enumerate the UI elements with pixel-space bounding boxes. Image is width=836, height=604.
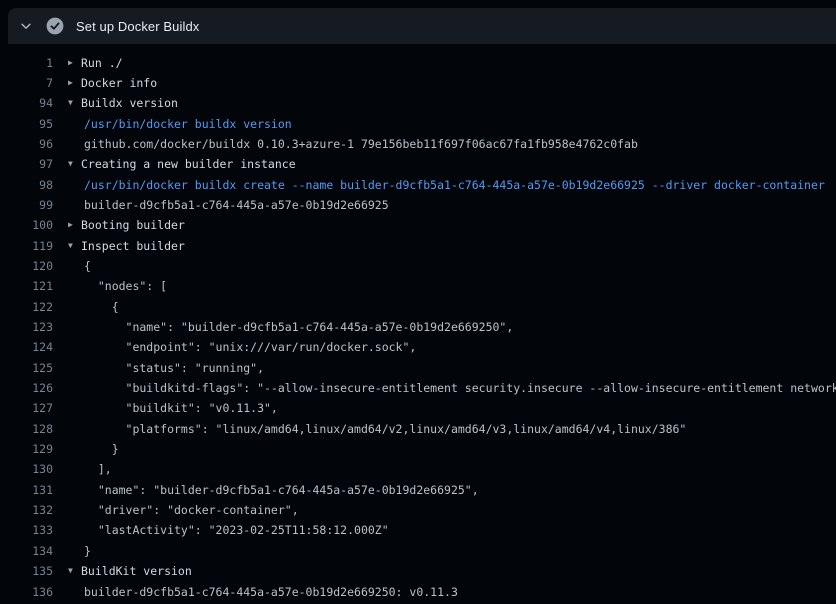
line-number[interactable]: 121: [8, 279, 53, 293]
log-line: 130 ],: [8, 459, 836, 479]
log-text: {: [81, 259, 91, 273]
log-line: 98/usr/bin/docker buildx create --name b…: [8, 174, 836, 194]
log-group-line[interactable]: 135 ▼BuildKit version: [8, 561, 836, 581]
line-number[interactable]: 136: [8, 585, 53, 599]
log-line: 132 "driver": "docker-container",: [8, 500, 836, 520]
caret-right-icon[interactable]: ▶: [68, 59, 81, 67]
step-title: Set up Docker Buildx: [76, 19, 199, 34]
log-text: Buildx version: [81, 96, 178, 110]
caret-right-icon[interactable]: ▶: [68, 79, 81, 87]
log-text: "endpoint": "unix:///var/run/docker.sock…: [81, 340, 416, 354]
log-line: 124 "endpoint": "unix:///var/run/docker.…: [8, 337, 836, 357]
line-number[interactable]: 122: [8, 300, 53, 314]
log-text: Inspect builder: [81, 239, 185, 253]
log-text: "platforms": "linux/amd64,linux/amd64/v2…: [81, 422, 686, 436]
log-line: 129 }: [8, 439, 836, 459]
line-number[interactable]: 127: [8, 401, 53, 415]
log-line: 136 builder-d9cfb5a1-c764-445a-a57e-0b19d…: [8, 581, 836, 601]
log-lines: 1▶Run ./7▶Docker info94▼Buildx version95…: [0, 44, 836, 604]
log-text: github.com/docker/buildx 0.10.3+azure-1 …: [81, 137, 638, 151]
log-text: "buildkitd-flags": "--allow-insecure-ent…: [81, 381, 836, 395]
line-number[interactable]: 131: [8, 483, 53, 497]
step-header[interactable]: Set up Docker Buildx: [8, 8, 836, 44]
log-line: 121 "nodes": [: [8, 276, 836, 296]
line-number[interactable]: 135: [8, 564, 53, 578]
log-text: Docker info: [81, 76, 157, 90]
line-number[interactable]: 119: [8, 239, 53, 253]
line-number[interactable]: 120: [8, 259, 53, 273]
line-number[interactable]: 134: [8, 544, 53, 558]
log-line: 128 "platforms": "linux/amd64,linux/amd6…: [8, 419, 836, 439]
line-number[interactable]: 98: [8, 178, 53, 192]
log-line: 133 "lastActivity": "2023-02-25T11:58:12…: [8, 520, 836, 540]
line-number[interactable]: 95: [8, 117, 53, 131]
log-group-line[interactable]: 119 ▼Inspect builder: [8, 235, 836, 255]
log-group-line[interactable]: 94 ▼Buildx version: [8, 93, 836, 113]
log-line: 123 "name": "builder-d9cfb5a1-c764-445a-…: [8, 317, 836, 337]
line-number[interactable]: 100: [8, 218, 53, 232]
line-number[interactable]: 96: [8, 137, 53, 151]
line-number[interactable]: 97: [8, 157, 53, 171]
caret-down-icon[interactable]: ▼: [68, 567, 81, 575]
log-line: 125 "status": "running",: [8, 358, 836, 378]
log-text: "lastActivity": "2023-02-25T11:58:12.000…: [81, 523, 389, 537]
line-number[interactable]: 124: [8, 340, 53, 354]
log-line: 122 {: [8, 297, 836, 317]
line-number[interactable]: 99: [8, 198, 53, 212]
chevron-down-icon[interactable]: [18, 18, 34, 34]
log-line: 99 builder-d9cfb5a1-c764-445a-a57e-0b19d2…: [8, 195, 836, 215]
log-line: 120 {: [8, 256, 836, 276]
log-text: {: [81, 300, 119, 314]
log-line: 131 "name": "builder-d9cfb5a1-c764-445a-…: [8, 480, 836, 500]
log-text: Creating a new builder instance: [81, 157, 296, 171]
line-number[interactable]: 128: [8, 422, 53, 436]
line-number[interactable]: 132: [8, 503, 53, 517]
line-number[interactable]: 7: [8, 76, 53, 90]
log-text: /usr/bin/docker buildx version: [81, 117, 292, 131]
log-text: builder-d9cfb5a1-c764-445a-a57e-0b19d2e6…: [81, 585, 458, 599]
line-number[interactable]: 130: [8, 462, 53, 476]
line-number[interactable]: 123: [8, 320, 53, 334]
line-number[interactable]: 94: [8, 96, 53, 110]
log-line: 126 "buildkitd-flags": "--allow-insecure…: [8, 378, 836, 398]
log-text: "buildkit": "v0.11.3",: [81, 401, 278, 415]
log-line: 95/usr/bin/docker buildx version: [8, 113, 836, 133]
log-text: "name": "builder-d9cfb5a1-c764-445a-a57e…: [81, 483, 479, 497]
line-number[interactable]: 129: [8, 442, 53, 456]
caret-down-icon[interactable]: ▼: [68, 160, 81, 168]
line-number[interactable]: 1: [8, 56, 53, 70]
log-text: /usr/bin/docker buildx create --name bui…: [81, 178, 825, 192]
log-line: 134}: [8, 541, 836, 561]
log-text: Run ./: [81, 56, 123, 70]
log-text: builder-d9cfb5a1-c764-445a-a57e-0b19d2e6…: [81, 198, 389, 212]
log-group-line[interactable]: 7 ▶Docker info: [8, 73, 836, 93]
log-line: 96 github.com/docker/buildx 0.10.3+azure-…: [8, 134, 836, 154]
log-line: 127 "buildkit": "v0.11.3",: [8, 398, 836, 418]
caret-down-icon[interactable]: ▼: [68, 242, 81, 250]
log-group-line[interactable]: 97 ▼Creating a new builder instance: [8, 154, 836, 174]
caret-down-icon[interactable]: ▼: [68, 99, 81, 107]
log-text: }: [81, 442, 119, 456]
caret-right-icon[interactable]: ▶: [68, 221, 81, 229]
check-circle-icon: [46, 17, 64, 35]
log-group-line[interactable]: 100 ▶Booting builder: [8, 215, 836, 235]
line-number[interactable]: 126: [8, 381, 53, 395]
line-number[interactable]: 133: [8, 523, 53, 537]
log-text: "status": "running",: [81, 361, 264, 375]
log-text: Booting builder: [81, 218, 185, 232]
log-text: BuildKit version: [81, 564, 192, 578]
log-group-line[interactable]: 1 ▶Run ./: [8, 52, 836, 72]
log-text: }: [81, 544, 91, 558]
line-number[interactable]: 125: [8, 361, 53, 375]
log-text: ],: [81, 462, 112, 476]
log-text: "nodes": [: [81, 279, 167, 293]
log-text: "driver": "docker-container",: [81, 503, 299, 517]
log-text: "name": "builder-d9cfb5a1-c764-445a-a57e…: [81, 320, 513, 334]
